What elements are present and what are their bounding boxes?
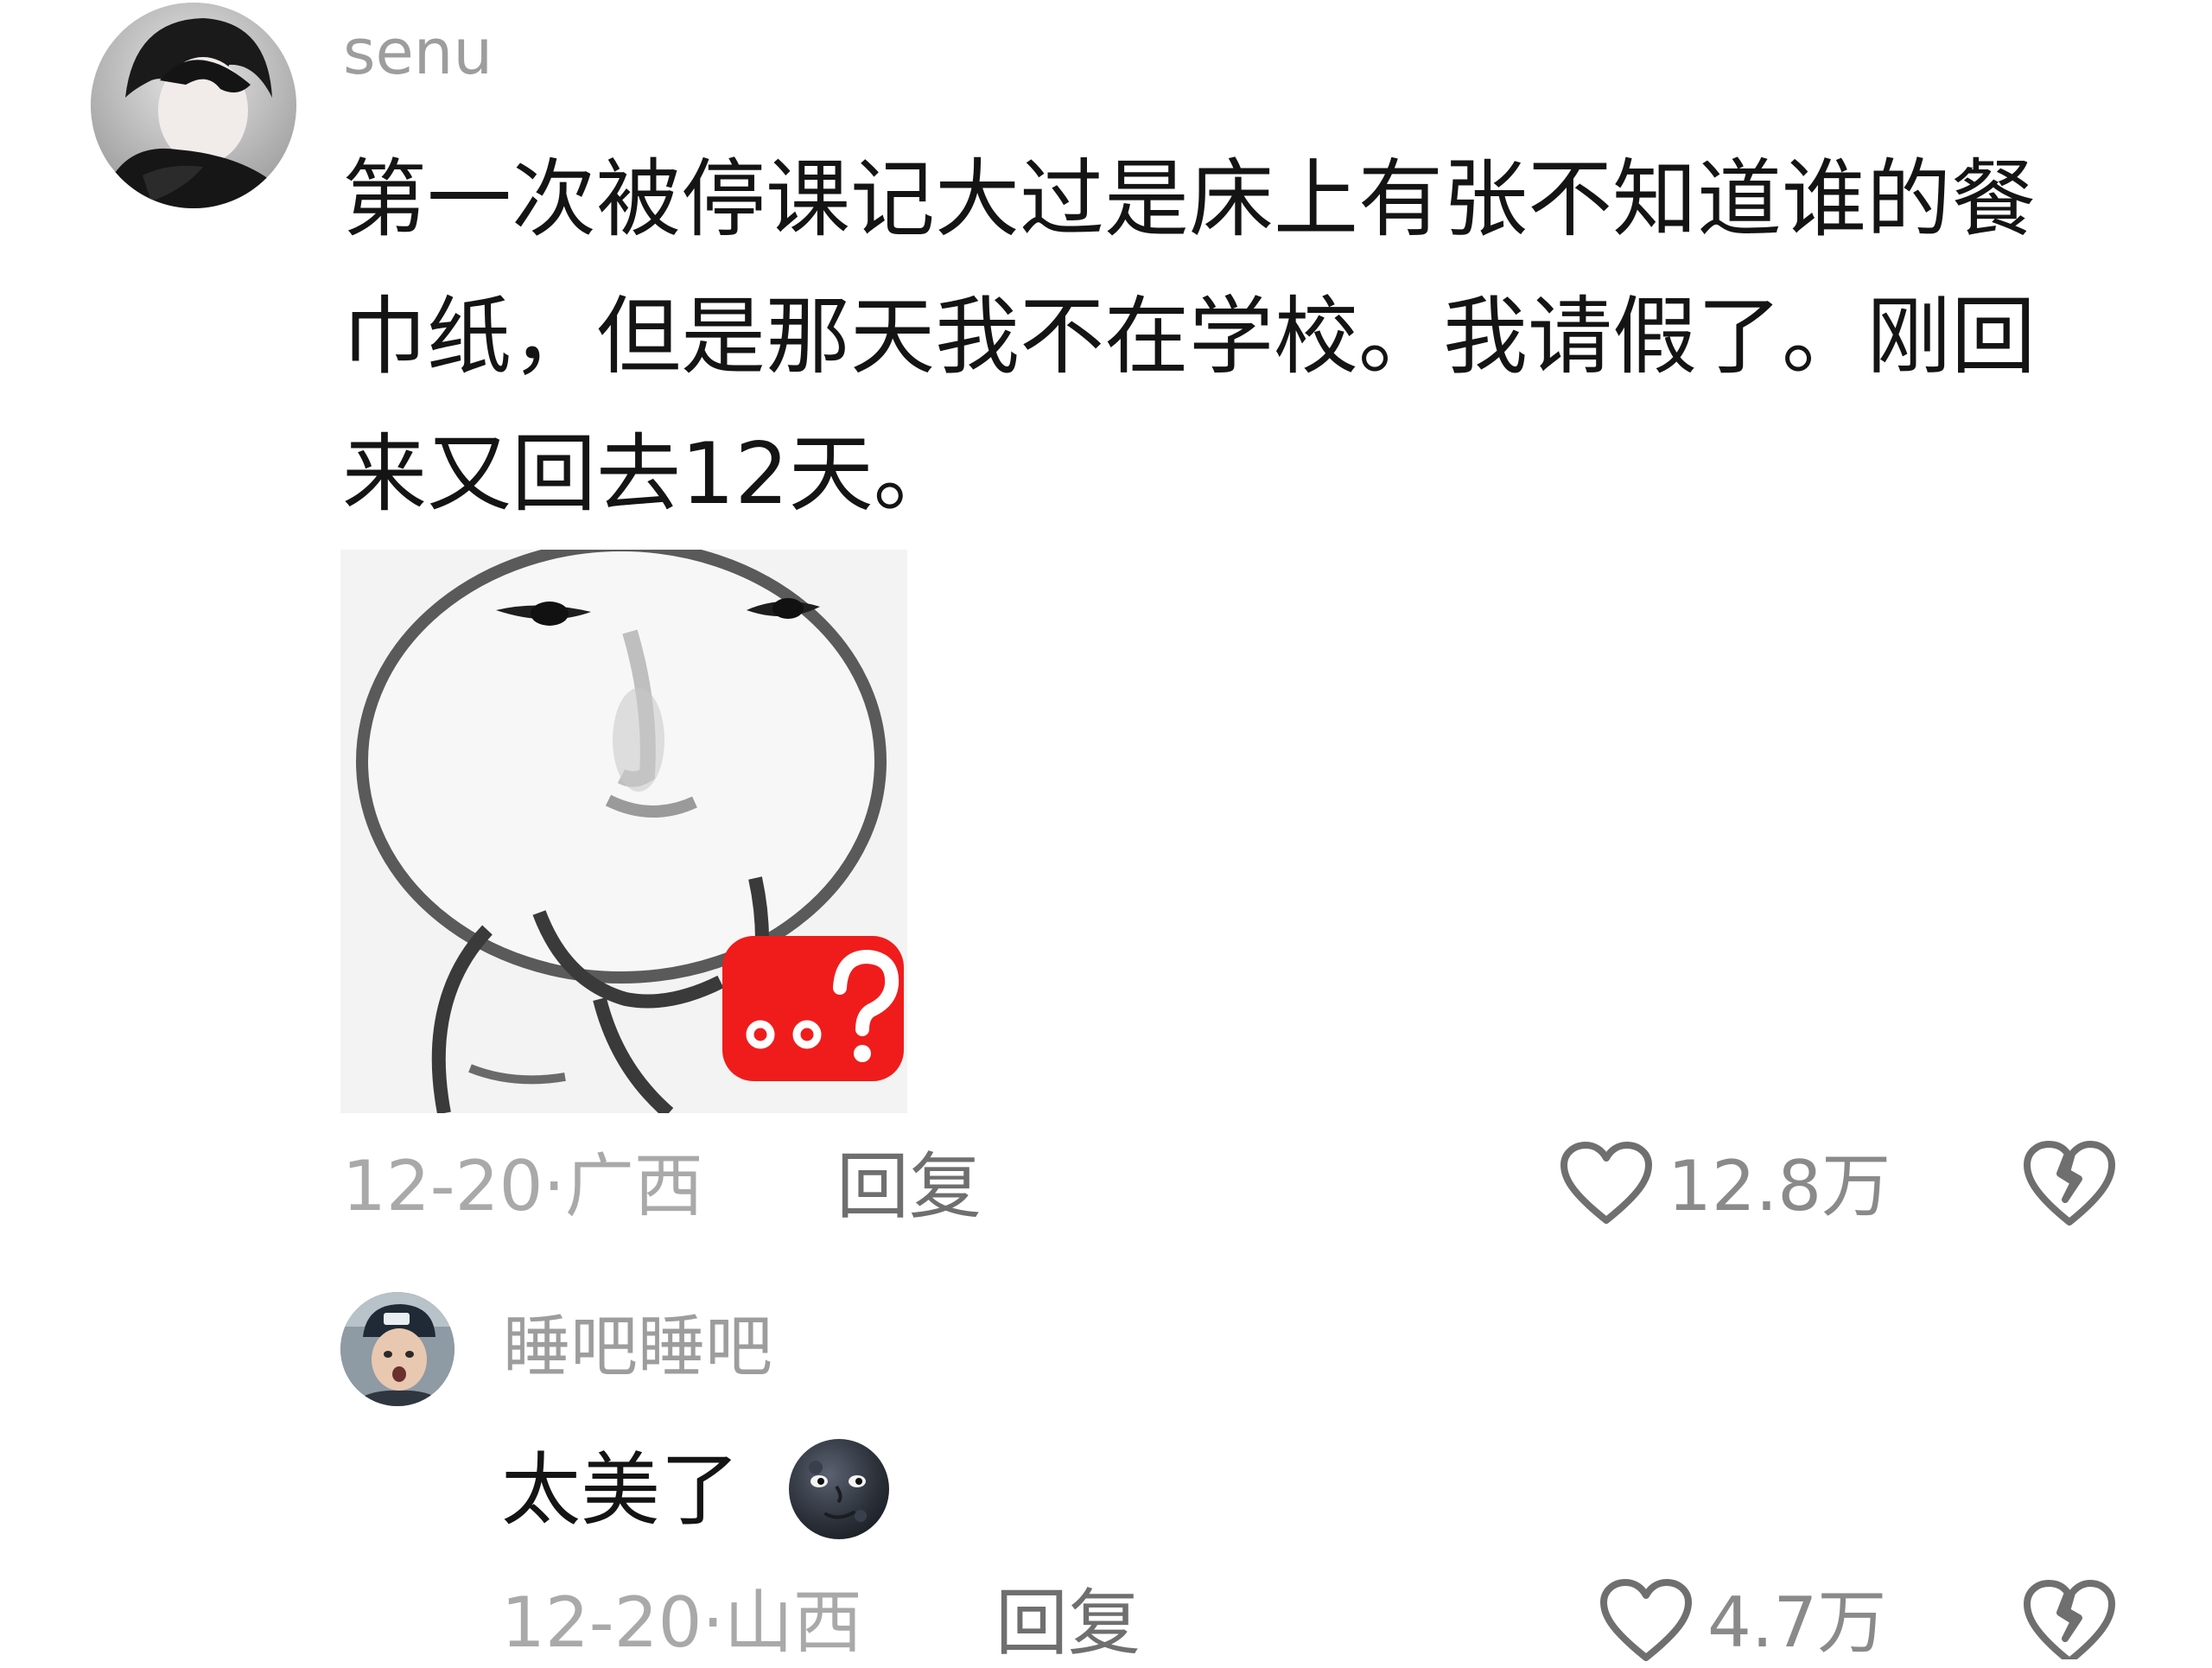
comment-text-line: 第一次被停课记大过是床上有张不知道谁的餐 [342, 150, 2037, 249]
username[interactable]: senu [343, 16, 493, 88]
comment-text-line: 来又回去12天。 [342, 425, 958, 524]
like-count: 12.8万 [1668, 1146, 1891, 1226]
comment-meta: 12-20·山西 [501, 1582, 862, 1665]
user-avatar[interactable] [91, 3, 296, 208]
avatar-photo [91, 3, 296, 208]
reply-button[interactable]: 回复 [995, 1582, 1141, 1665]
comment-location: 广西 [564, 1146, 703, 1226]
user-avatar[interactable] [340, 1292, 454, 1406]
like-count: 4.7万 [1707, 1582, 1887, 1663]
new-moon-face-emoji [786, 1436, 892, 1542]
heart-icon[interactable] [1599, 1578, 1694, 1665]
comment-location: 山西 [723, 1582, 862, 1663]
comment-text: 第一次被停课记大过是床上有张不知道谁的餐 巾纸，但是那天我不在学校。我请假了。刚… [342, 131, 2079, 544]
question-badge-icon [721, 934, 906, 1083]
heart-icon[interactable] [1559, 1141, 1654, 1227]
comment-date: 12-20 [342, 1146, 543, 1226]
meta-separator: · [702, 1582, 724, 1663]
username[interactable]: 睡吧睡吧 [503, 1308, 772, 1386]
broken-heart-icon[interactable] [2022, 1139, 2117, 1229]
avatar-photo [340, 1292, 454, 1406]
reply-button[interactable]: 回复 [836, 1145, 982, 1228]
broken-heart-icon[interactable] [2022, 1578, 2117, 1659]
comment-text-line: 巾纸，但是那天我不在学校。我请假了。刚回 [342, 288, 2037, 386]
meta-separator: · [543, 1146, 565, 1226]
comment-text: 太美了 [501, 1444, 741, 1537]
comment-meta: 12-20·广西 [342, 1145, 703, 1228]
comment-date: 12-20 [501, 1582, 702, 1663]
